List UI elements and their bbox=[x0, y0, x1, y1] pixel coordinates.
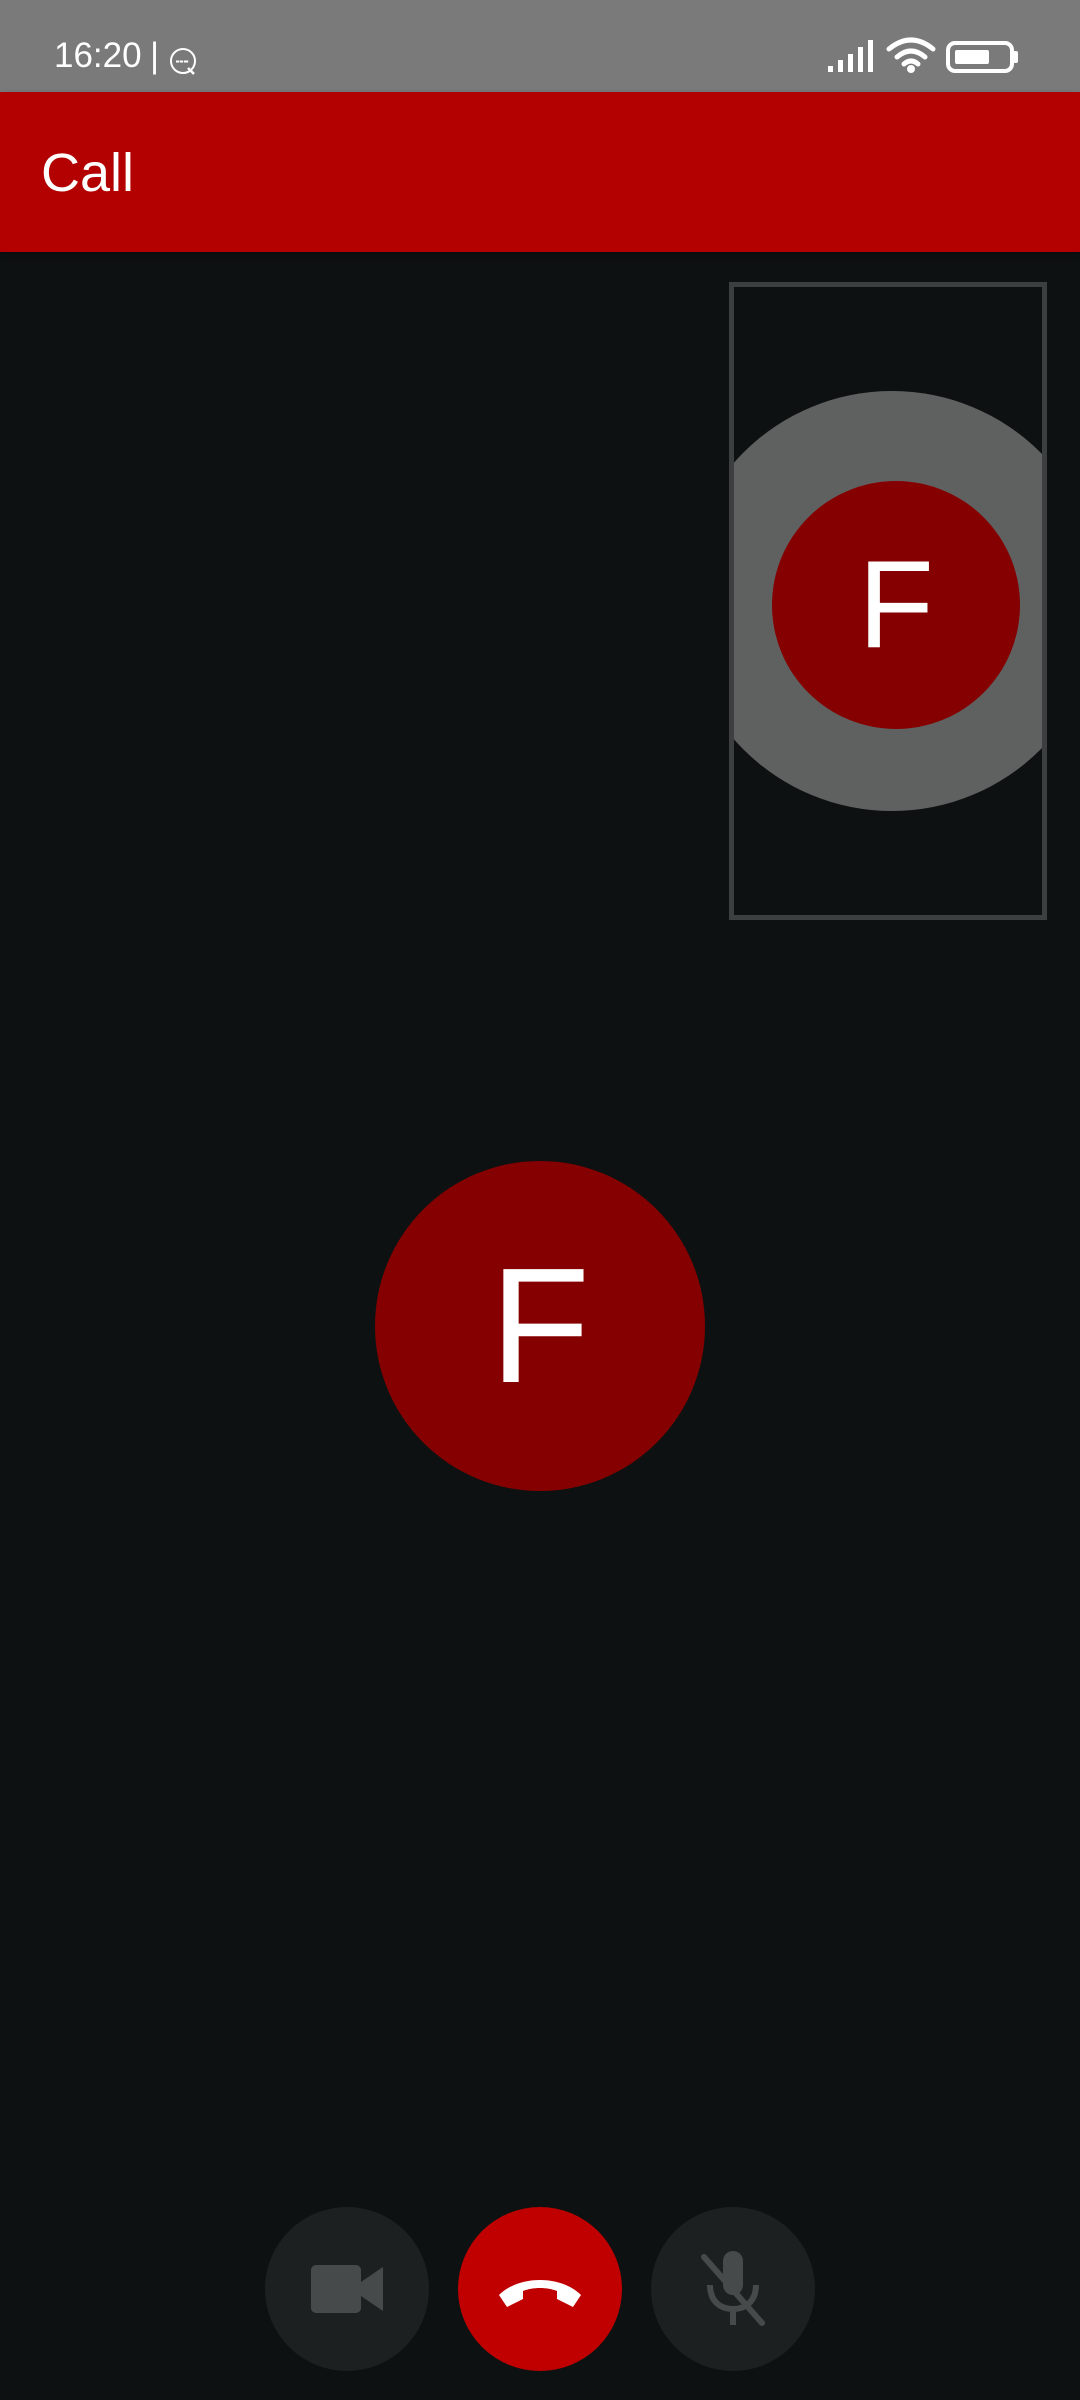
app-bar: Call bbox=[0, 92, 1080, 252]
battery-icon bbox=[946, 41, 1018, 73]
wifi-icon bbox=[886, 37, 936, 73]
self-video-preview[interactable]: F bbox=[729, 282, 1047, 920]
signal-icon bbox=[828, 40, 873, 72]
mute-toggle-button[interactable] bbox=[651, 2207, 815, 2371]
video-camera-icon bbox=[311, 2265, 383, 2313]
status-bar: 16:20 | bbox=[0, 0, 1080, 92]
phone-hangup-icon bbox=[499, 2280, 581, 2307]
self-avatar: F bbox=[772, 481, 1020, 729]
video-toggle-button[interactable] bbox=[265, 2207, 429, 2371]
remote-avatar: F bbox=[375, 1161, 705, 1491]
mic-off-icon bbox=[701, 2251, 765, 2326]
pgp-key-icon bbox=[170, 48, 196, 75]
status-separator: | bbox=[150, 36, 160, 75]
page-title: Call bbox=[41, 143, 135, 203]
hang-up-button[interactable] bbox=[458, 2207, 622, 2371]
status-time: 16:20 bbox=[54, 36, 142, 75]
